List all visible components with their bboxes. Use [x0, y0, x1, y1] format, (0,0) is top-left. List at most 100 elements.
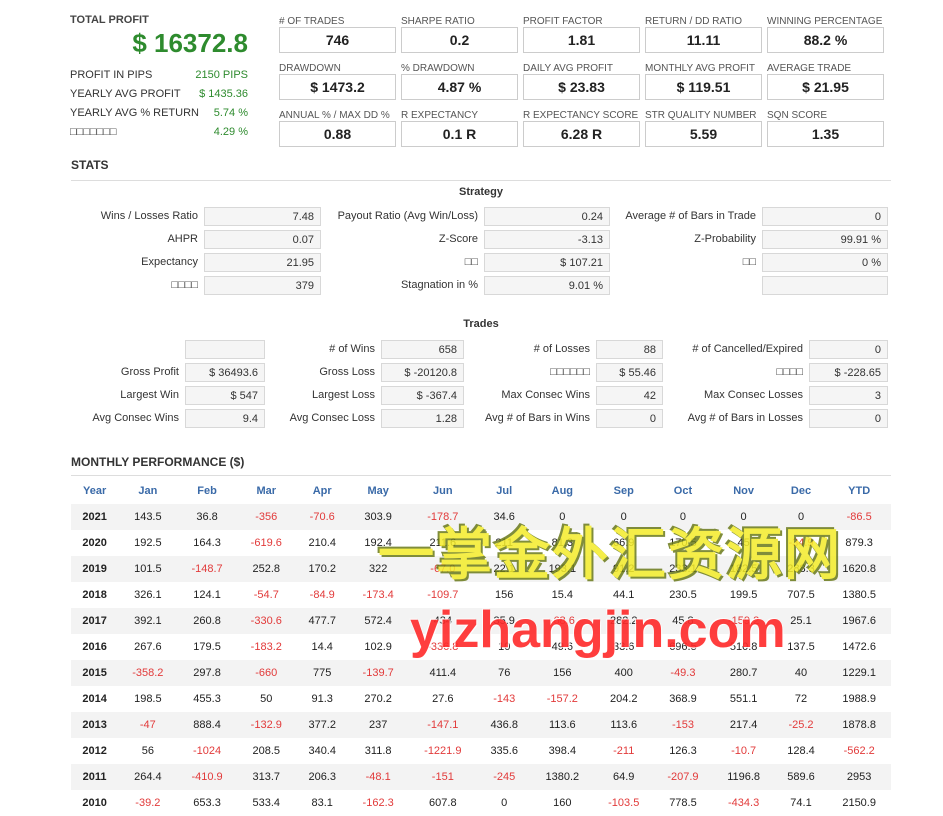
profit-summary: TOTAL PROFIT $ 16372.8 PROFIT IN PIPS 21… [70, 14, 248, 138]
month-value-cell: 260.8 [177, 608, 237, 634]
month-value-cell: 113.6 [594, 712, 654, 738]
summary-row: YEARLY AVG PROFIT $ 1435.36 [70, 88, 248, 100]
table-row: 2013 -47 888.4 -132.9 377.2 237 -147.1 436.8 113… [71, 712, 891, 738]
month-value-cell: 113.6 [530, 712, 595, 738]
summary-row: □□□□□□□ 4.29 % [70, 126, 248, 138]
metric-label: % DRAWDOWN [401, 63, 475, 74]
metric-value: 88.2 % [767, 27, 884, 53]
month-value-cell: -356 [236, 504, 296, 530]
table-row: 2012 56 -1024 208.5 340.4 311.8 -1221.9 335.6 39… [71, 738, 891, 764]
trade-stat-label: Max Consec Losses [703, 389, 803, 401]
month-value-cell: 45 [737, 537, 750, 549]
column-header[interactable]: Aug [531, 478, 595, 504]
year-cell: 2021 [71, 504, 119, 530]
column-header[interactable]: Jan [118, 478, 177, 504]
month-value-cell: -336.8 [427, 641, 459, 653]
table-row: 2014 198.5 455.3 50 91.3 270.2 27.6 -143 -157.2 2… [71, 686, 891, 712]
metric-label: RETURN / DD RATIO [645, 16, 743, 27]
monthly-performance-table: Year Jan Feb Mar Apr May Jun Jul Aug Sep Oct Nov Dec… [71, 478, 891, 816]
month-value-cell: -434.3 [728, 797, 760, 809]
month-value-cell: 775 [295, 660, 349, 686]
column-header[interactable]: YTD [827, 478, 891, 504]
metric-label: DRAWDOWN [279, 63, 341, 74]
month-value-cell: 210.4 [308, 537, 336, 549]
trade-stat-value: 0 [809, 409, 888, 428]
month-value-cell: 50 [260, 693, 273, 705]
column-header[interactable]: Dec [775, 478, 828, 504]
metric-card: PROFIT FACTOR 1.81 [523, 16, 640, 53]
month-value-cell: -159.2 [712, 608, 775, 634]
column-header[interactable]: Nov [713, 478, 775, 504]
month-value-cell: -1024 [192, 745, 222, 757]
month-value-cell: 182.5 [712, 556, 775, 582]
metric-card: STR QUALITY NUMBER 5.59 [645, 110, 762, 147]
month-value-cell: 91.2 [594, 556, 654, 582]
month-value-cell: 35.9 [477, 608, 531, 634]
year-cell: 2011 [71, 764, 119, 790]
month-value-cell: 477.7 [295, 608, 349, 634]
month-value-cell: 340.4 [308, 745, 336, 757]
metric-label: MONTHLY AVG PROFIT [645, 63, 756, 74]
month-value-cell: -49.3 [653, 660, 713, 686]
total-profit-value: $ 16372.8 [132, 28, 248, 58]
summary-value: $ 1435.36 [199, 88, 248, 100]
metric-label: SQN SCORE [767, 110, 828, 121]
month-value-cell: 368.9 [669, 693, 697, 705]
month-value-cell: 434 [407, 608, 478, 634]
table-row: 2011 264.4 -410.9 313.7 206.3 -48.1 -151 -245 13… [71, 764, 891, 790]
year-cell: 2020 [82, 537, 107, 549]
column-header[interactable]: May [349, 478, 408, 504]
summary-value: 5.74 % [213, 107, 248, 119]
metric-value: 6.28 R [523, 121, 640, 147]
month-value-cell: 1878.8 [827, 712, 891, 738]
column-header[interactable]: Apr [296, 478, 349, 504]
month-value-cell: -67.0 [407, 556, 478, 582]
column-header[interactable]: Oct [653, 478, 712, 504]
metric-card: % DRAWDOWN 4.87 % [401, 63, 518, 100]
column-header[interactable]: Feb [177, 478, 236, 504]
month-value-cell: 1967.6 [827, 608, 891, 634]
metric-value: 0.88 [279, 121, 396, 147]
metric-card: # OF TRADES 746 [279, 16, 396, 53]
month-value-cell: -147.1 [407, 712, 478, 738]
month-value-cell: 653.3 [193, 797, 221, 809]
month-value-cell: 179.5 [193, 641, 221, 653]
metric-value: $ 119.51 [645, 74, 762, 100]
month-value-cell: 15.4 [551, 589, 574, 601]
column-header[interactable]: Mar [237, 478, 296, 504]
month-value-cell: -153 [653, 712, 713, 738]
month-value-cell: 192.4 [364, 537, 392, 549]
month-value-cell: 411.4 [407, 660, 478, 686]
month-value-cell: 377.2 [295, 712, 349, 738]
strategy-title: Strategy [458, 186, 504, 198]
column-header[interactable]: Jul [478, 478, 531, 504]
metric-value: 746 [279, 27, 396, 53]
month-value-cell: -410.9 [177, 764, 237, 790]
month-value-cell: 270.2 [364, 693, 392, 705]
month-value-cell: -211 [613, 745, 635, 757]
month-value-cell: 589.6 [774, 764, 828, 790]
month-value-cell: -109.7 [427, 589, 459, 601]
month-value-cell: 1988.9 [842, 693, 876, 705]
month-value-cell: -54.7 [253, 589, 279, 601]
month-value-cell: 217.4 [712, 712, 775, 738]
metric-label: R EXPECTANCY [401, 110, 479, 121]
month-value-cell: -47 [118, 712, 178, 738]
month-value-cell: 0 [594, 504, 654, 530]
metric-value: $ 21.95 [767, 74, 884, 100]
month-value-cell: 74.1 [790, 797, 812, 809]
month-value-cell: 124.1 [193, 589, 221, 601]
column-header[interactable]: Jun [408, 478, 478, 504]
month-value-cell: 311.8 [364, 745, 392, 757]
summary-value: 2150 PIPS [195, 69, 248, 81]
metric-value: 1.35 [767, 121, 884, 147]
month-value-cell: 10 [498, 641, 511, 653]
month-value-cell: -1221.9 [424, 745, 462, 757]
month-value-cell: 170.2 [295, 556, 349, 582]
trades-title: Trades [463, 318, 499, 330]
column-header[interactable]: Year [71, 478, 118, 504]
month-value-cell: 101.5 [118, 556, 178, 582]
column-header[interactable]: Sep [594, 478, 653, 504]
year-cell: 2017 [71, 608, 119, 634]
table-row: 2021 143.5 36.8 -356 -70.6 303.9 -178.7 34.6 0 0 0… [71, 504, 891, 530]
